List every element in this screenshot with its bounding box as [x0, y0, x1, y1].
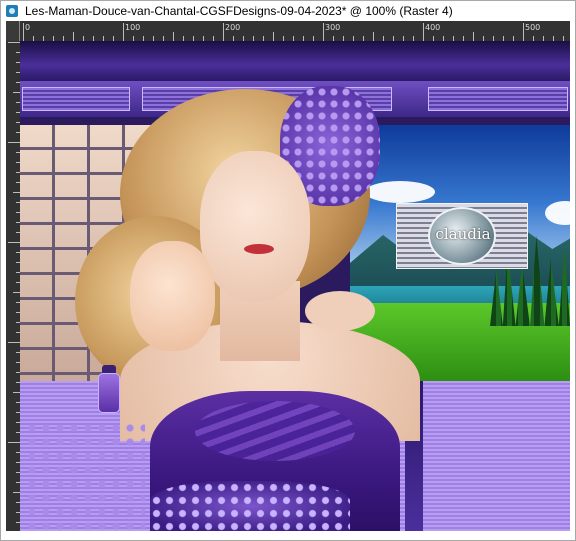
ruler-tick — [8, 442, 20, 443]
rail-panel — [428, 87, 568, 111]
ruler-tick — [73, 32, 74, 41]
rail-panel — [22, 87, 130, 111]
ruler-tick — [13, 192, 20, 193]
ruler-tick — [8, 42, 20, 43]
ruler-label: 100 — [125, 23, 141, 32]
ruler-tick — [273, 32, 274, 41]
app-icon[interactable] — [6, 4, 18, 17]
ruler-label: 500 — [525, 23, 541, 32]
ruler-tick — [13, 292, 20, 293]
vertical-ruler[interactable] — [6, 41, 20, 531]
watermark-text: claudia — [435, 225, 491, 243]
child-hand — [305, 291, 375, 331]
woman-face — [200, 151, 310, 301]
ruler-label: 0 — [25, 23, 31, 32]
cloud — [365, 181, 435, 203]
ruler-tick — [323, 23, 324, 41]
ruler-tick — [13, 92, 20, 93]
top-purple-band — [20, 41, 570, 81]
window-titlebar[interactable]: Les-Maman-Douce-van-Chantal-CGSFDesigns-… — [1, 1, 575, 20]
lilac-flowers-left — [25, 421, 145, 531]
ruler-tick — [8, 142, 20, 143]
woman-lips — [244, 244, 274, 254]
ruler-tick — [23, 23, 24, 41]
child-face — [130, 241, 215, 351]
window-title: Les-Maman-Douce-van-Chantal-CGSFDesigns-… — [25, 3, 453, 18]
ruler-corner — [6, 21, 20, 41]
lilac-flowers-bottom — [150, 481, 350, 531]
ruler-label: 400 — [425, 23, 441, 32]
ruler-label: 300 — [325, 23, 341, 32]
window-bottom-edge — [1, 531, 575, 540]
ruler-label: 200 — [225, 23, 241, 32]
ruler-tick — [8, 242, 20, 243]
horizontal-ruler[interactable]: 0 100 200 300 400 500 — [20, 21, 570, 41]
ruler-tick — [423, 23, 424, 41]
ruler-tick — [523, 23, 524, 41]
perfume-bottle — [98, 373, 120, 413]
ruler-tick — [123, 23, 124, 41]
image-window: Les-Maman-Douce-van-Chantal-CGSFDesigns-… — [0, 0, 576, 541]
ruler-tick — [473, 32, 474, 41]
ruler-tick — [13, 492, 20, 493]
dress-fold — [195, 401, 355, 461]
ruler-tick — [173, 32, 174, 41]
ruler-tick — [373, 32, 374, 41]
ruler-tick — [8, 342, 20, 343]
image-canvas[interactable]: claudia — [20, 41, 570, 531]
ruler-tick — [13, 392, 20, 393]
ruler-tick — [223, 23, 224, 41]
